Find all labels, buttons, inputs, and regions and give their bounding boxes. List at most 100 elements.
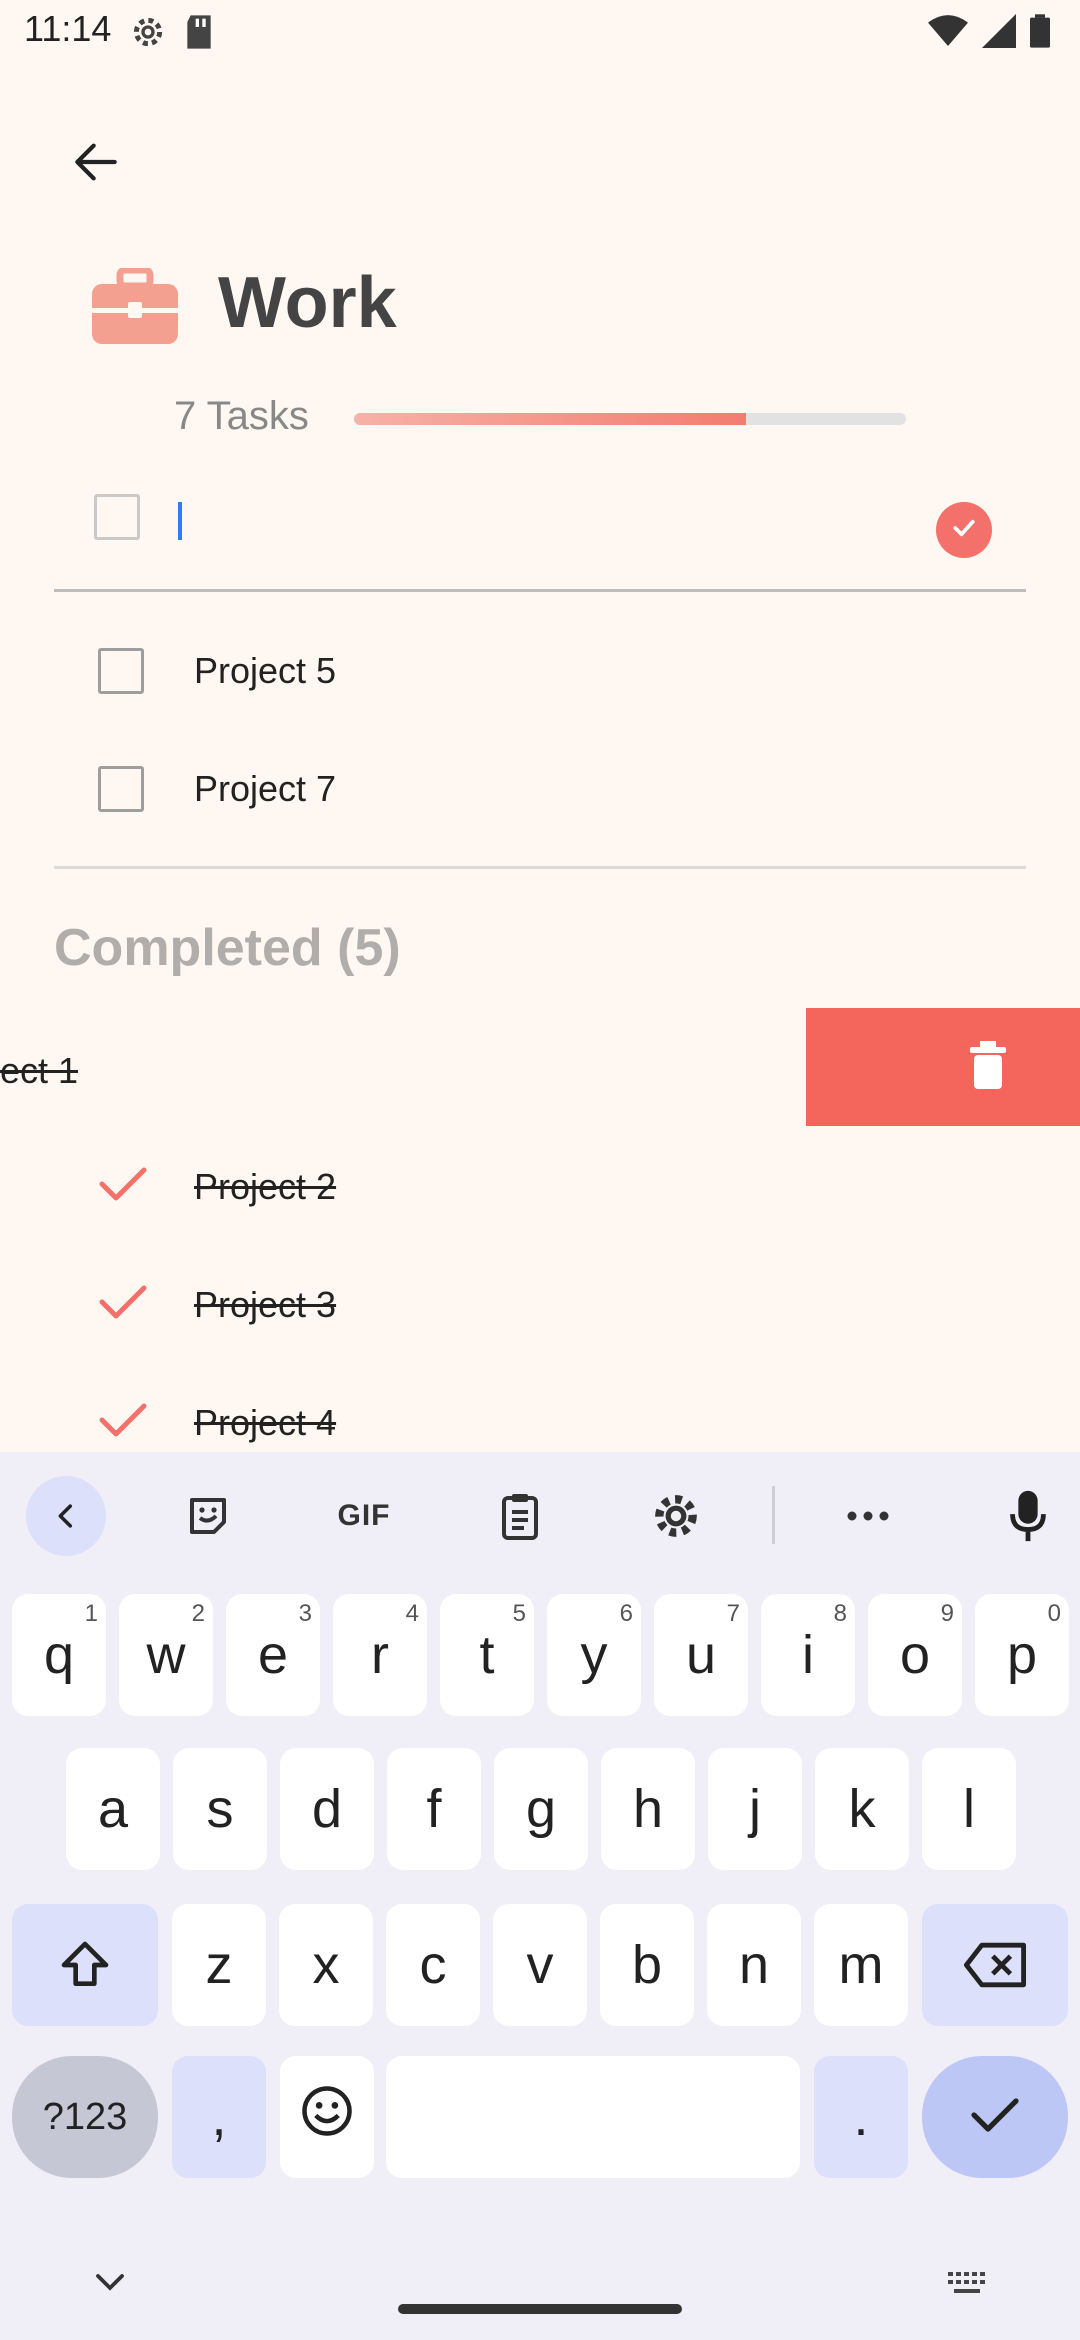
- new-task-input[interactable]: [194, 494, 954, 554]
- key-q[interactable]: q1: [12, 1594, 106, 1716]
- shift-key[interactable]: [12, 1904, 158, 2026]
- key-hint: 6: [619, 1600, 633, 1627]
- key-y[interactable]: y6: [547, 1594, 641, 1716]
- confirm-task-button[interactable]: [936, 502, 992, 558]
- sd-card-icon: [182, 12, 216, 57]
- settings-gear-icon: [128, 12, 168, 57]
- key-r[interactable]: r4: [333, 1594, 427, 1716]
- collapse-icon[interactable]: [26, 1476, 106, 1556]
- key-label: i: [802, 1625, 814, 1685]
- key-u[interactable]: u7: [654, 1594, 748, 1716]
- home-handle[interactable]: [398, 2304, 682, 2314]
- key-label: y: [580, 1625, 608, 1685]
- backspace-key[interactable]: [922, 1904, 1068, 2026]
- new-task-row: [54, 480, 1026, 592]
- emoji-key[interactable]: [280, 2056, 374, 2178]
- key-p[interactable]: p0: [975, 1594, 1069, 1716]
- check-icon[interactable]: [98, 1400, 148, 1445]
- task-checkbox[interactable]: [98, 766, 144, 812]
- back-button[interactable]: [60, 128, 132, 200]
- check-icon[interactable]: [98, 1164, 148, 1209]
- key-label: u: [685, 1625, 717, 1685]
- settings-icon[interactable]: [636, 1476, 716, 1556]
- task-count: 7 Tasks: [174, 394, 309, 438]
- task-label: Project 3: [194, 1284, 337, 1325]
- sticker-icon[interactable]: [168, 1476, 248, 1556]
- task-item[interactable]: Project 5: [0, 622, 1080, 722]
- key-label: p: [1006, 1625, 1038, 1685]
- key-i[interactable]: i8: [761, 1594, 855, 1716]
- key-hint: 7: [726, 1600, 740, 1627]
- page-title: Work: [218, 263, 397, 343]
- key-hint: 5: [512, 1600, 526, 1627]
- key-hint: 2: [191, 1600, 205, 1627]
- text-cursor: [178, 502, 182, 540]
- gif-label: GIF: [337, 1499, 391, 1532]
- status-bar: 11:14: [0, 0, 1080, 64]
- check-icon[interactable]: [98, 1282, 148, 1327]
- period-key[interactable]: .: [814, 2056, 908, 2178]
- task-label: Project 4: [194, 1402, 337, 1443]
- more-icon[interactable]: [828, 1476, 908, 1556]
- task-checkbox[interactable]: [98, 648, 144, 694]
- key-a[interactable]: a: [66, 1748, 160, 1870]
- key-v[interactable]: v: [493, 1904, 587, 2026]
- enter-key[interactable]: [922, 2056, 1068, 2178]
- delete-button[interactable]: [806, 1008, 1080, 1126]
- chevron-down-icon[interactable]: [92, 2270, 128, 2299]
- completed-task-item[interactable]: Project 2: [0, 1136, 1080, 1236]
- comma-key[interactable]: ,: [172, 2056, 266, 2178]
- key-h[interactable]: h: [601, 1748, 695, 1870]
- key-n[interactable]: n: [707, 1904, 801, 2026]
- key-c[interactable]: c: [386, 1904, 480, 2026]
- symbols-key[interactable]: ?123: [12, 2056, 158, 2178]
- key-j[interactable]: j: [708, 1748, 802, 1870]
- key-hint: 8: [833, 1600, 847, 1627]
- wifi-icon: [928, 14, 968, 53]
- key-label: o: [899, 1625, 931, 1685]
- key-label: w: [146, 1625, 186, 1685]
- cell-signal-icon: [982, 14, 1016, 53]
- key-s[interactable]: s: [173, 1748, 267, 1870]
- check-icon: [949, 513, 979, 548]
- key-m[interactable]: m: [814, 1904, 908, 2026]
- key-t[interactable]: t5: [440, 1594, 534, 1716]
- task-label: Project 7: [194, 768, 337, 809]
- completed-heading: Completed (5): [54, 919, 401, 977]
- key-w[interactable]: w2: [119, 1594, 213, 1716]
- key-hint: 3: [298, 1600, 312, 1627]
- key-hint: 9: [940, 1600, 954, 1627]
- keyboard-switch-icon[interactable]: [946, 2268, 990, 2303]
- key-g[interactable]: g: [494, 1748, 588, 1870]
- task-item[interactable]: Project 7: [0, 740, 1080, 840]
- battery-icon: [1030, 14, 1050, 53]
- new-task-checkbox[interactable]: [94, 494, 140, 540]
- completed-task-item[interactable]: Project 3: [0, 1254, 1080, 1354]
- key-e[interactable]: e3: [226, 1594, 320, 1716]
- key-hint: 0: [1047, 1600, 1061, 1627]
- key-label: t: [479, 1625, 495, 1685]
- keyboard: GIF q1w2e3r4t5y6u7i8o9p0 asdfghjkl zxcvb…: [0, 1452, 1080, 2340]
- navigation-bar: [0, 2232, 1080, 2340]
- divider: [54, 866, 1026, 869]
- gif-button[interactable]: GIF: [324, 1476, 404, 1556]
- key-f[interactable]: f: [387, 1748, 481, 1870]
- mic-icon[interactable]: [988, 1476, 1068, 1556]
- key-o[interactable]: o9: [868, 1594, 962, 1716]
- clipboard-icon[interactable]: [480, 1476, 560, 1556]
- key-label: q: [43, 1625, 75, 1685]
- swiped-task-row[interactable]: ect 1: [0, 1008, 1080, 1126]
- trash-icon: [968, 1040, 1008, 1094]
- key-k[interactable]: k: [815, 1748, 909, 1870]
- task-label: Project 2: [194, 1166, 337, 1207]
- key-b[interactable]: b: [600, 1904, 694, 2026]
- task-label: Project 5: [194, 650, 337, 691]
- progress-fill: [354, 413, 746, 425]
- status-time: 11:14: [24, 8, 112, 49]
- arrow-back-icon: [68, 134, 124, 195]
- spacebar[interactable]: [386, 2056, 800, 2178]
- key-d[interactable]: d: [280, 1748, 374, 1870]
- key-x[interactable]: x: [279, 1904, 373, 2026]
- key-l[interactable]: l: [922, 1748, 1016, 1870]
- key-z[interactable]: z: [172, 1904, 266, 2026]
